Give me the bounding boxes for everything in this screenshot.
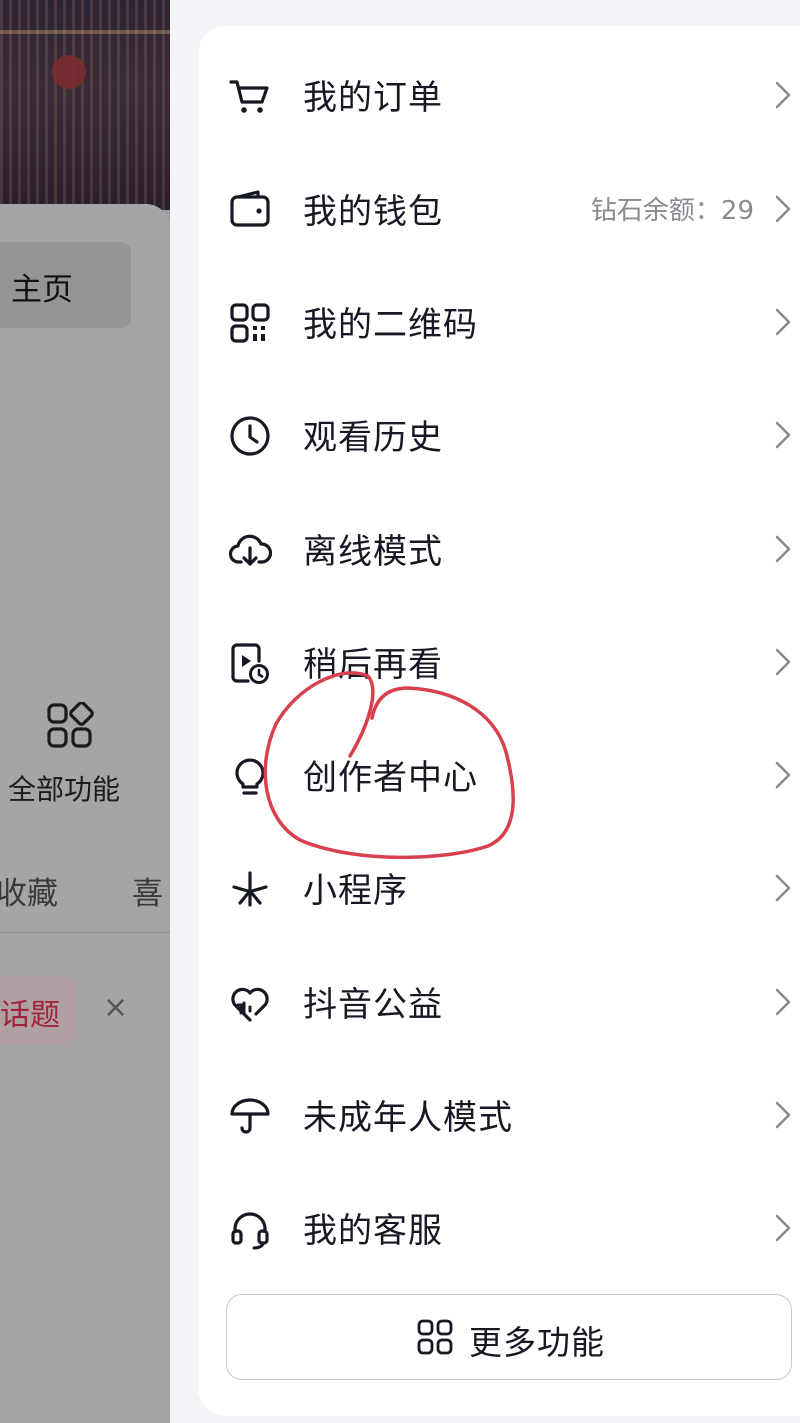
chevron-right-icon bbox=[775, 874, 791, 902]
more-features-button[interactable]: 更多功能 bbox=[226, 1294, 792, 1380]
menu-item-label: 我的钱包 bbox=[303, 192, 443, 232]
diamond-balance: 钻石余额：29 bbox=[590, 196, 754, 226]
side-drawer: 我的订单 我的钱包 钻石余额：29 我的二维码 观看历史 离线模式 稍后再看 创… bbox=[198, 26, 800, 1416]
menu-item-label: 创作者中心 bbox=[303, 758, 478, 798]
menu-item-watch-history[interactable]: 观看历史 bbox=[198, 386, 800, 486]
background-topic-label: 话题 bbox=[0, 998, 60, 1033]
heart-charity-icon bbox=[228, 981, 272, 1025]
chevron-right-icon bbox=[775, 761, 791, 789]
menu-item-my-qrcode[interactable]: 我的二维码 bbox=[198, 273, 800, 373]
qrcode-icon bbox=[228, 301, 272, 345]
cart-icon bbox=[228, 74, 272, 118]
umbrella-icon bbox=[228, 1094, 272, 1138]
menu-item-creator-center[interactable]: 创作者中心 bbox=[198, 726, 800, 826]
grid-icon bbox=[47, 702, 94, 748]
chevron-right-icon bbox=[775, 81, 791, 109]
headset-icon bbox=[228, 1207, 272, 1251]
menu-item-douyin-charity[interactable]: 抖音公益 bbox=[198, 953, 800, 1053]
menu-item-label: 小程序 bbox=[303, 871, 408, 911]
photo-beam bbox=[0, 30, 170, 34]
background-homepage-button[interactable]: 主页 bbox=[0, 242, 131, 328]
grid-icon bbox=[417, 1319, 453, 1355]
background-homepage-label: 主页 bbox=[11, 272, 73, 308]
watch-later-icon bbox=[228, 641, 272, 685]
menu-item-mini-programs[interactable]: 小程序 bbox=[198, 839, 800, 939]
menu-item-label: 未成年人模式 bbox=[303, 1098, 513, 1138]
background-cover-photo bbox=[0, 0, 170, 210]
menu-item-watch-later[interactable]: 稍后再看 bbox=[198, 613, 800, 713]
menu-item-offline-mode[interactable]: 离线模式 bbox=[198, 500, 800, 600]
menu-item-label: 抖音公益 bbox=[303, 985, 443, 1025]
background-divider bbox=[0, 932, 170, 933]
menu-item-label: 稍后再看 bbox=[303, 645, 443, 685]
wallet-icon bbox=[228, 188, 272, 232]
cloud-download-icon bbox=[228, 528, 273, 572]
background-profile-card bbox=[0, 204, 170, 1423]
menu-item-label: 我的客服 bbox=[303, 1211, 443, 1251]
photo-lantern bbox=[52, 55, 86, 89]
menu-item-teen-mode[interactable]: 未成年人模式 bbox=[198, 1066, 800, 1166]
menu-item-my-wallet[interactable]: 我的钱包 钻石余额：29 bbox=[198, 160, 800, 260]
chevron-right-icon bbox=[775, 988, 791, 1016]
menu-item-label: 我的二维码 bbox=[303, 305, 478, 345]
background-page: 主页 全部功能 收藏 喜 话题 × bbox=[0, 0, 170, 1423]
background-tab-likes[interactable]: 喜 bbox=[132, 868, 163, 913]
chevron-right-icon bbox=[775, 1214, 791, 1242]
chevron-right-icon bbox=[775, 421, 791, 449]
background-all-features-label[interactable]: 全部功能 bbox=[8, 768, 120, 808]
menu-item-customer-service[interactable]: 我的客服 bbox=[198, 1179, 800, 1279]
menu-item-label: 离线模式 bbox=[303, 532, 443, 572]
chevron-right-icon bbox=[775, 535, 791, 563]
chevron-right-icon bbox=[775, 648, 791, 676]
background-tab-favorites[interactable]: 收藏 bbox=[0, 868, 58, 913]
background-topic-chip[interactable]: 话题 bbox=[0, 976, 76, 1044]
mini-program-icon bbox=[228, 867, 272, 911]
clock-icon bbox=[228, 414, 272, 458]
chevron-right-icon bbox=[775, 1101, 791, 1129]
chevron-right-icon bbox=[775, 308, 791, 336]
menu-item-my-orders[interactable]: 我的订单 bbox=[198, 46, 800, 146]
more-features-label: 更多功能 bbox=[469, 1323, 605, 1362]
lightbulb-icon bbox=[228, 754, 272, 798]
menu-item-label: 观看历史 bbox=[303, 418, 443, 458]
chevron-right-icon bbox=[775, 195, 791, 223]
menu-item-label: 我的订单 bbox=[303, 78, 443, 118]
close-icon[interactable]: × bbox=[103, 990, 128, 1025]
